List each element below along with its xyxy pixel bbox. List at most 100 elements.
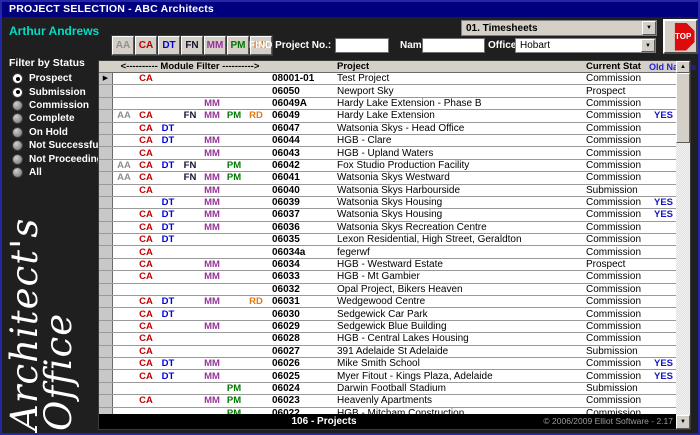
radio-button-icon[interactable] [12, 113, 23, 124]
table-row[interactable]: CAMM06043HGB - Upland WatersCommission [99, 147, 678, 159]
project-number-cell[interactable]: 08001-01 [267, 73, 333, 84]
project-number-cell[interactable]: 06047 [267, 123, 333, 134]
radio-button-icon[interactable] [12, 140, 23, 151]
project-number-cell[interactable]: 06024 [267, 383, 333, 394]
project-number-cell[interactable]: 06031 [267, 296, 333, 307]
row-selector[interactable] [99, 185, 113, 196]
row-selector[interactable] [99, 333, 113, 344]
module-button-AA[interactable]: AA [112, 36, 134, 55]
table-row[interactable]: CADT06035Lexon Residential, High Street,… [99, 234, 678, 246]
project-name-cell[interactable]: Watsonia Skys - Head Office [333, 123, 563, 134]
radio-button-icon[interactable] [12, 154, 23, 165]
scrollbar-thumb[interactable] [676, 73, 690, 143]
table-row[interactable]: CA06034afegerwfCommission [99, 246, 678, 258]
module-button-DT[interactable]: DT [158, 36, 180, 55]
table-row[interactable]: AACADTFNPM06042Fox Studio Production Fac… [99, 160, 678, 172]
row-selector[interactable] [99, 123, 113, 134]
project-number-cell[interactable]: 06039 [267, 197, 333, 208]
project-number-cell[interactable]: 06034a [267, 247, 333, 258]
module-button-CA[interactable]: CA [135, 36, 157, 55]
table-row[interactable]: CAMMPM06023Heavenly ApartmentsCommission [99, 395, 678, 407]
project-name-cell[interactable]: Newport Sky [333, 86, 563, 97]
status-option-prospect[interactable]: Prospect [12, 72, 103, 85]
project-name-cell[interactable]: Sedgewick Car Park [333, 309, 563, 320]
row-selector[interactable] [99, 209, 113, 220]
project-number-cell[interactable]: 06025 [267, 371, 333, 382]
project-number-cell[interactable]: 06023 [267, 395, 333, 406]
project-name-cell[interactable]: Myer Fitout - Kings Plaza, Adelaide [333, 371, 563, 382]
radio-button-icon[interactable] [12, 127, 23, 138]
row-selector[interactable] [99, 222, 113, 233]
table-row[interactable]: 06032Opal Project, Bikers HeavenCommissi… [99, 284, 678, 296]
table-row[interactable]: CADT06030Sedgewick Car ParkCommission [99, 308, 678, 320]
scroll-up-icon[interactable]: ▲ [676, 61, 690, 73]
project-name-cell[interactable]: Watsonia Skys Recreation Centre [333, 222, 563, 233]
project-number-cell[interactable]: 06036 [267, 222, 333, 233]
project-number-cell[interactable]: 06041 [267, 172, 333, 183]
row-selector[interactable] [99, 234, 113, 245]
project-name-cell[interactable]: Fox Studio Production Facility [333, 160, 563, 171]
radio-button-icon[interactable] [12, 73, 23, 84]
row-selector[interactable] [99, 271, 113, 282]
project-number-cell[interactable]: 06050 [267, 86, 333, 97]
status-option-not-successful[interactable]: Not Successful [12, 139, 103, 152]
project-name-cell[interactable]: HGB - Westward Estate [333, 259, 563, 270]
table-row[interactable]: CADTMMRD06031Wedgewood CentreCommission [99, 296, 678, 308]
row-selector[interactable] [99, 296, 113, 307]
table-row[interactable]: ▶CA08001-01Test ProjectCommission [99, 73, 678, 85]
row-selector[interactable] [99, 346, 113, 357]
table-row[interactable]: CAMM06034HGB - Westward EstateProspect [99, 259, 678, 271]
row-selector[interactable] [99, 160, 113, 171]
row-selector[interactable] [99, 98, 113, 109]
project-number-cell[interactable]: 06026 [267, 358, 333, 369]
table-row[interactable]: PM06024Darwin Football StadiumSubmission [99, 383, 678, 395]
project-name-cell[interactable]: HGB - Mt Gambier [333, 271, 563, 282]
project-name-cell[interactable]: Heavenly Apartments [333, 395, 563, 406]
project-number-cell[interactable]: 06049A [267, 98, 333, 109]
table-row[interactable]: CADTMM06044HGB - ClareCommission [99, 135, 678, 147]
row-selector[interactable] [99, 308, 113, 319]
project-number-cell[interactable]: 06029 [267, 321, 333, 332]
table-row[interactable]: CADTMM06026Mike Smith SchoolCommissionYE… [99, 358, 678, 370]
navigation-dropdown[interactable]: 01. Timesheets ▼ [461, 20, 657, 36]
project-number-cell[interactable]: 06043 [267, 148, 333, 159]
project-name-cell[interactable]: HGB - Central Lakes Housing [333, 333, 563, 344]
project-name-cell[interactable]: fegerwf [333, 247, 563, 258]
vertical-scrollbar[interactable]: ▲ ▼ [676, 61, 690, 429]
status-option-commission[interactable]: Commission [12, 99, 103, 112]
status-option-complete[interactable]: Complete [12, 112, 103, 125]
row-selector[interactable] [99, 259, 113, 270]
project-number-cell[interactable]: 06049 [267, 110, 333, 121]
radio-button-icon[interactable] [12, 167, 23, 178]
stop-exit-button[interactable]: STOP [663, 19, 698, 54]
table-row[interactable]: CA06027391 Adelaide St AdelaideSubmissio… [99, 346, 678, 358]
table-row[interactable]: DTMM06039Watsonia Skys HousingCommission… [99, 197, 678, 209]
project-name-cell[interactable]: Wedgewood Centre [333, 296, 563, 307]
row-selector[interactable] [99, 358, 113, 369]
current-record-arrow-icon[interactable]: ▶ [99, 73, 113, 84]
project-name-cell[interactable]: Hardy Lake Extension [333, 110, 563, 121]
table-row[interactable]: AACAFNMMPM06041Watsonia Skys WestwardCom… [99, 172, 678, 184]
project-name-cell[interactable]: Hardy Lake Extension - Phase B [333, 98, 563, 109]
table-row[interactable]: CADT06047Watsonia Skys - Head OfficeComm… [99, 123, 678, 135]
row-selector[interactable] [99, 370, 113, 381]
row-selector[interactable] [99, 172, 113, 183]
row-selector[interactable] [99, 284, 113, 295]
scroll-down-icon[interactable]: ▼ [676, 415, 690, 429]
project-name-cell[interactable]: Lexon Residential, High Street, Geraldto… [333, 234, 563, 245]
project-name-cell[interactable]: Sedgewick Blue Building [333, 321, 563, 332]
module-button-MM[interactable]: MM [204, 36, 226, 55]
status-option-all[interactable]: All [12, 166, 103, 179]
project-number-cell[interactable]: 06034 [267, 259, 333, 270]
radio-button-icon[interactable] [12, 87, 23, 98]
project-number-cell[interactable]: 06035 [267, 234, 333, 245]
project-number-cell[interactable]: 06030 [267, 309, 333, 320]
row-selector[interactable] [99, 321, 113, 332]
row-selector[interactable] [99, 85, 113, 96]
project-number-cell[interactable]: 06027 [267, 346, 333, 357]
row-selector[interactable] [99, 246, 113, 257]
project-name-cell[interactable]: Watsonia Skys Westward [333, 172, 563, 183]
status-option-not-proceeding[interactable]: Not Proceeding [12, 152, 103, 165]
table-row[interactable]: CADTMM06036Watsonia Skys Recreation Cent… [99, 222, 678, 234]
project-number-cell[interactable]: 06042 [267, 160, 333, 171]
